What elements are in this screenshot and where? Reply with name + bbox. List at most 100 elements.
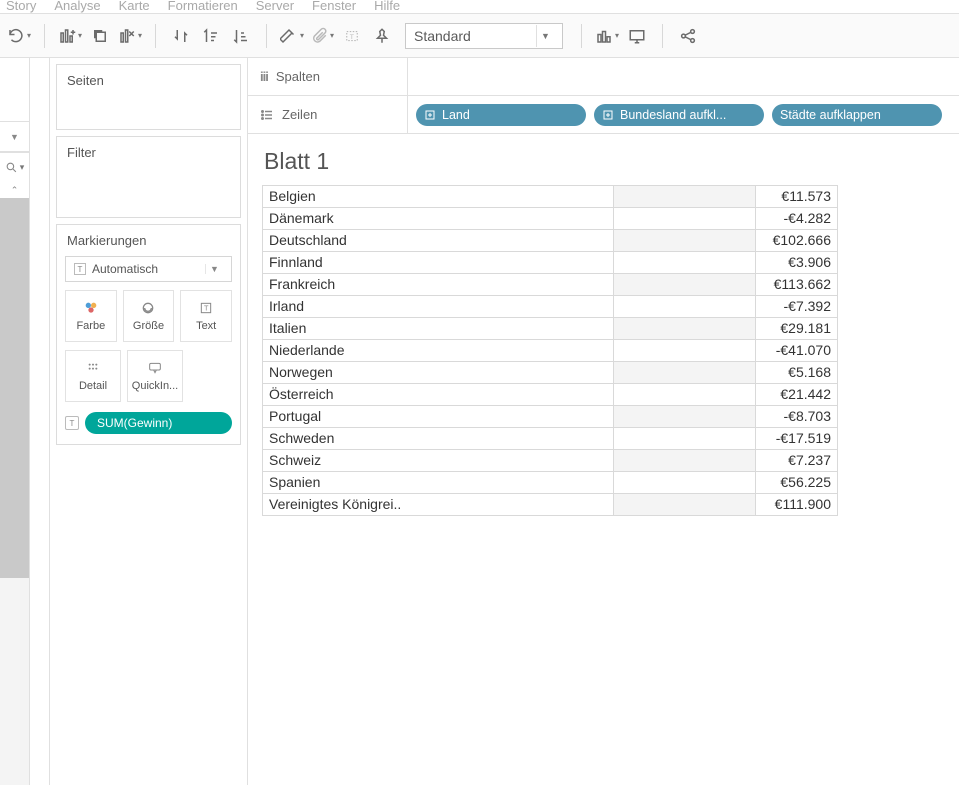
detail-icon xyxy=(84,360,102,376)
country-cell: Frankreich xyxy=(263,274,614,296)
dimension-pill[interactable]: Städte aufklappen xyxy=(772,104,942,126)
table-row[interactable]: Finnland€3.906 xyxy=(263,252,838,274)
marks-pill-row: T SUM(Gewinn) xyxy=(57,410,240,444)
menu-item[interactable]: Karte xyxy=(119,2,150,10)
measure-pill[interactable]: SUM(Gewinn) xyxy=(85,412,232,434)
spacer-cell xyxy=(614,472,756,494)
mark-type-select[interactable]: T Automatisch ▼ xyxy=(65,256,232,282)
color-cell[interactable]: Farbe xyxy=(65,290,117,342)
clear-sheet-button[interactable]: ▾ xyxy=(117,23,143,49)
attach-button[interactable]: ▾ xyxy=(309,23,335,49)
columns-shelf-label: iii Spalten xyxy=(248,58,408,95)
fit-select[interactable]: Standard ▼ xyxy=(405,23,563,49)
pill-label: Städte aufklappen xyxy=(780,108,881,122)
spacer-cell xyxy=(614,274,756,296)
value-cell: €56.225 xyxy=(756,472,838,494)
value-cell: -€8.703 xyxy=(756,406,838,428)
spacer-cell xyxy=(614,296,756,318)
table-row[interactable]: Belgien€11.573 xyxy=(263,186,838,208)
filters-card[interactable]: Filter xyxy=(56,136,241,218)
data-table: Belgien€11.573Dänemark -€4.282Deutschland… xyxy=(262,185,838,516)
text-icon: T xyxy=(74,263,86,275)
pages-title: Seiten xyxy=(57,65,240,96)
sort-asc-button[interactable] xyxy=(198,23,224,49)
canvas: iii Spalten Zeilen Land Bundesland aufkl.… xyxy=(248,58,959,785)
labels-button[interactable]: T xyxy=(339,23,365,49)
table-row[interactable]: Irland-€7.392 xyxy=(263,296,838,318)
separator xyxy=(581,24,582,48)
menu-item[interactable]: Formatieren xyxy=(168,2,238,10)
dimension-pill[interactable]: Land xyxy=(416,104,586,126)
table-row[interactable]: Schweden-€17.519 xyxy=(263,428,838,450)
undo-button[interactable]: ▾ xyxy=(6,23,32,49)
detail-cell[interactable]: Detail xyxy=(65,350,121,402)
text-label: Text xyxy=(196,320,216,332)
table-row[interactable]: Schweiz€7.237 xyxy=(263,450,838,472)
table-row[interactable]: Dänemark -€4.282 xyxy=(263,208,838,230)
presentation-button[interactable] xyxy=(624,23,650,49)
mark-type-label: Automatisch xyxy=(92,262,158,276)
menu-item[interactable]: Fenster xyxy=(312,2,356,10)
duplicate-button[interactable] xyxy=(87,23,113,49)
columns-icon: iii xyxy=(260,69,268,84)
search-row[interactable]: ▾ xyxy=(0,152,29,182)
table-row[interactable]: Deutschland€102.666 xyxy=(263,230,838,252)
table-row[interactable]: Österreich€21.442 xyxy=(263,384,838,406)
marks-grid: Farbe Größe T Text xyxy=(57,290,240,350)
share-button[interactable] xyxy=(675,23,701,49)
size-icon xyxy=(139,300,157,316)
tooltip-cell[interactable]: QuickIn... xyxy=(127,350,183,402)
table-row[interactable]: Niederlande -€41.070 xyxy=(263,340,838,362)
value-cell: -€4.282 xyxy=(756,208,838,230)
pill-label: Land xyxy=(442,108,470,122)
table-row[interactable]: Portugal -€8.703 xyxy=(263,406,838,428)
data-dropdown[interactable]: ▼ xyxy=(0,121,29,151)
value-cell: -€41.070 xyxy=(756,340,838,362)
new-sheet-button[interactable]: ▾ xyxy=(57,23,83,49)
search-icon xyxy=(5,161,18,174)
country-cell: Dänemark xyxy=(263,208,614,230)
color-label: Farbe xyxy=(76,320,105,332)
scrollbar-thumb[interactable] xyxy=(0,198,29,578)
menu-item[interactable]: Story xyxy=(6,2,36,10)
value-cell: €111.900 xyxy=(756,494,838,516)
dimension-pill[interactable]: Bundesland aufkl... xyxy=(594,104,764,126)
side-panel: Seiten Filter Markierungen T Automatisch… xyxy=(50,58,248,785)
columns-shelf[interactable]: iii Spalten xyxy=(248,58,959,96)
country-cell: Niederlande xyxy=(263,340,614,362)
swap-button[interactable] xyxy=(168,23,194,49)
table-row[interactable]: Spanien€56.225 xyxy=(263,472,838,494)
country-cell: Vereinigtes Königrei.. xyxy=(263,494,614,516)
show-me-button[interactable]: ▾ xyxy=(594,23,620,49)
scrollbar-track[interactable] xyxy=(0,198,29,785)
text-icon[interactable]: T xyxy=(65,416,79,430)
expand-icon xyxy=(424,109,436,121)
table-row[interactable]: Vereinigtes Königrei.. €111.900 xyxy=(263,494,838,516)
table-row[interactable]: Frankreich€113.662 xyxy=(263,274,838,296)
table-row[interactable]: Norwegen€5.168 xyxy=(263,362,838,384)
menu-item[interactable]: Hilfe xyxy=(374,2,400,10)
size-label: Größe xyxy=(133,320,164,332)
size-cell[interactable]: Größe xyxy=(123,290,175,342)
highlight-button[interactable]: ▾ xyxy=(279,23,305,49)
table-row[interactable]: Italien€29.181 xyxy=(263,318,838,340)
sort-desc-button[interactable] xyxy=(228,23,254,49)
menu-item[interactable]: Server xyxy=(256,2,294,10)
spacer-cell xyxy=(614,450,756,472)
pages-card[interactable]: Seiten xyxy=(56,64,241,130)
menu-item[interactable]: Analyse xyxy=(54,2,100,10)
spacer-cell xyxy=(614,428,756,450)
country-cell: Irland xyxy=(263,296,614,318)
rows-pills[interactable]: Land Bundesland aufkl... Städte aufklappen xyxy=(408,104,959,126)
country-cell: Portugal xyxy=(263,406,614,428)
scroll-up[interactable]: ⌃ xyxy=(0,182,29,198)
rows-label-text: Zeilen xyxy=(282,107,317,122)
text-cell[interactable]: T Text xyxy=(180,290,232,342)
rows-shelf[interactable]: Zeilen Land Bundesland aufkl... Städte auf… xyxy=(248,96,959,134)
value-cell: €11.573 xyxy=(756,186,838,208)
viz-title[interactable]: Blatt 1 xyxy=(262,148,959,175)
pill-label: SUM(Gewinn) xyxy=(97,416,172,430)
pin-button[interactable] xyxy=(369,23,395,49)
country-cell: Schweiz xyxy=(263,450,614,472)
spacer-cell xyxy=(614,384,756,406)
